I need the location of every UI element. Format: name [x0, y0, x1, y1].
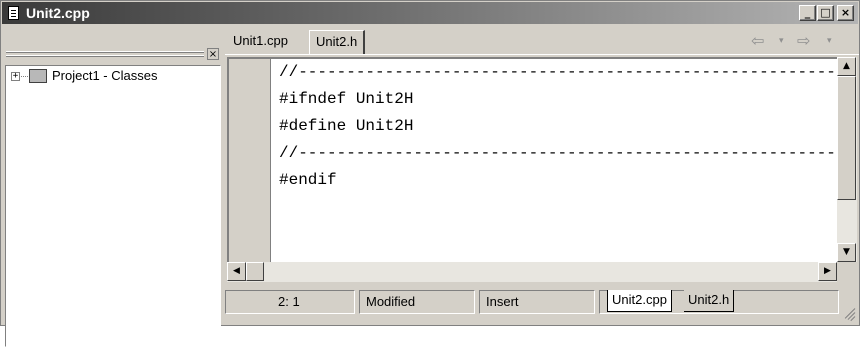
back-arrow-icon[interactable]: ⇦ [751, 31, 764, 51]
status-bar: 2: 1 Modified Insert Unit2.cpp Unit2.h [225, 284, 859, 324]
bottom-tab-unit2-h[interactable]: Unit2.h [684, 290, 735, 312]
chevron-down-icon-2[interactable]: ▾ [827, 31, 832, 51]
code-line: #ifndef Unit2H [279, 90, 414, 108]
classes-folder-icon [29, 69, 47, 83]
horizontal-scroll-thumb[interactable] [246, 262, 264, 281]
code-line: //--------------------------------------… [279, 144, 835, 162]
editor-tab-strip: Unit1.cpp Unit2.h ⇦ ▾ ⇨ ▾ [225, 25, 859, 55]
scroll-left-icon[interactable]: ◀ [227, 262, 246, 281]
code-line: #define Unit2H [279, 117, 414, 135]
pane-grip-line-3 [6, 56, 204, 57]
chevron-down-icon[interactable]: ▾ [779, 31, 784, 51]
vertical-scroll-thumb[interactable] [837, 76, 856, 200]
window-title: Unit2.cpp [26, 5, 90, 21]
navigation-buttons: ⇦ ▾ ⇨ ▾ [733, 31, 857, 53]
class-tree[interactable]: + Project1 - Classes [5, 65, 221, 347]
vertical-scrollbar[interactable]: ▲ ▼ [837, 57, 857, 262]
code-frame: //--------------------------------------… [227, 57, 837, 262]
tab-unit2-h[interactable]: Unit2.h [309, 30, 366, 54]
title-bar[interactable]: Unit2.cpp _ □ × [2, 2, 858, 24]
tree-connector [21, 76, 28, 77]
expand-icon[interactable]: + [11, 72, 20, 81]
forward-arrow-icon[interactable]: ⇨ [797, 31, 810, 51]
minimize-button[interactable]: _ [799, 5, 816, 21]
resize-grip-icon[interactable] [839, 304, 856, 322]
code-line: //--------------------------------------… [279, 63, 835, 81]
class-explorer-pane: × + Project1 - Classes [2, 25, 223, 347]
insert-mode-status: Insert [479, 290, 595, 314]
ide-window: Unit2.cpp _ □ × × + Project1 - Classes U… [0, 0, 860, 347]
pane-close-button[interactable]: × [207, 48, 219, 60]
scroll-down-icon[interactable]: ▼ [837, 243, 856, 262]
editor-gutter[interactable] [229, 59, 271, 262]
scroll-right-icon[interactable]: ▶ [818, 262, 837, 281]
maximize-button[interactable]: □ [817, 5, 834, 21]
code-editor: Unit1.cpp Unit2.h ⇦ ▾ ⇨ ▾ //------------… [225, 25, 859, 325]
close-button[interactable]: × [837, 5, 854, 21]
modified-status: Modified [359, 290, 475, 314]
tab-unit1-cpp[interactable]: Unit1.cpp [227, 30, 294, 54]
cursor-position: 2: 1 [225, 290, 355, 314]
pane-grip-line [6, 52, 204, 53]
scrollbar-corner [837, 262, 857, 282]
code-line: #endif [279, 171, 337, 189]
horizontal-scrollbar[interactable]: ◀ ▶ [227, 262, 837, 282]
code-text-area[interactable]: //--------------------------------------… [279, 59, 835, 262]
bottom-tab-unit2-cpp[interactable]: Unit2.cpp [607, 290, 672, 312]
tree-item-label[interactable]: Project1 - Classes [52, 68, 157, 84]
scroll-up-icon[interactable]: ▲ [837, 57, 856, 76]
document-icon [8, 6, 19, 20]
